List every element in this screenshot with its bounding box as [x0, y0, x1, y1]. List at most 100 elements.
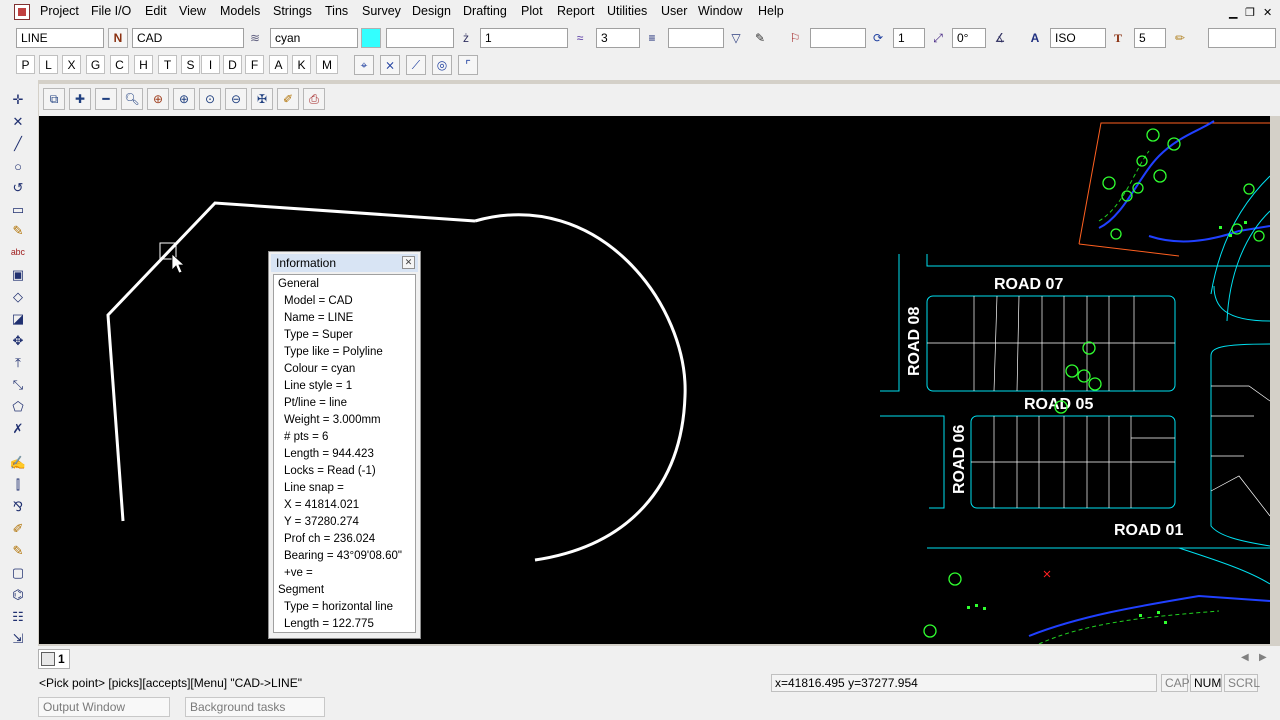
- redraw-icon[interactable]: ✐: [277, 88, 299, 110]
- blank-field-3[interactable]: [810, 28, 866, 48]
- arc-tool-icon[interactable]: ↺: [8, 179, 28, 197]
- add-icon[interactable]: ✚: [69, 88, 91, 110]
- line-style-field[interactable]: 1: [480, 28, 568, 48]
- z-height-icon[interactable]: ż: [456, 28, 476, 48]
- draw-tool-icon[interactable]: ✍: [8, 454, 28, 472]
- edit-pencil-icon[interactable]: ✐: [8, 520, 28, 538]
- text-style-field[interactable]: ISO: [1050, 28, 1106, 48]
- box-tool-icon[interactable]: ▣: [8, 266, 28, 284]
- menu-utilities[interactable]: Utilities: [607, 4, 647, 18]
- line-tool-icon[interactable]: ╱: [8, 135, 28, 153]
- snap-point-icon[interactable]: ⌖: [354, 55, 374, 75]
- text-tool-icon[interactable]: ᵃᵇᶜ: [8, 244, 28, 262]
- menu-view[interactable]: View: [179, 4, 206, 18]
- fill-tool-icon[interactable]: ◪: [8, 310, 28, 328]
- menu-file-io[interactable]: File I/O: [91, 4, 131, 18]
- pencil-icon[interactable]: ✏: [1170, 28, 1190, 48]
- blank-field-4[interactable]: [1208, 28, 1276, 48]
- text-size-icon[interactable]: T: [1108, 28, 1128, 48]
- snap-g-button[interactable]: G: [86, 55, 105, 74]
- view-tab-1[interactable]: 1: [38, 649, 70, 669]
- pen-tool-icon[interactable]: ✎: [8, 222, 28, 240]
- snap-intersect-icon[interactable]: ⨯: [380, 55, 400, 75]
- zoom-extent-icon[interactable]: ⊕: [147, 88, 169, 110]
- snap-circle-icon[interactable]: ◎: [432, 55, 452, 75]
- menu-plot[interactable]: Plot: [521, 4, 543, 18]
- app-icon[interactable]: [14, 4, 30, 20]
- edit-tool-icon[interactable]: ⤒: [8, 354, 28, 372]
- snap-a-button[interactable]: A: [269, 55, 288, 74]
- menu-report[interactable]: Report: [557, 4, 595, 18]
- zoom-window-icon[interactable]: ⊙: [199, 88, 221, 110]
- snap-k-button[interactable]: K: [292, 55, 311, 74]
- colour-field[interactable]: cyan: [270, 28, 358, 48]
- snap-l-button[interactable]: L: [39, 55, 58, 74]
- background-tasks-tab[interactable]: Background tasks: [185, 697, 325, 717]
- menu-edit[interactable]: Edit: [145, 4, 167, 18]
- text-style-icon[interactable]: A: [1025, 28, 1045, 48]
- blank-field-1[interactable]: [386, 28, 454, 48]
- zoom-out-icon[interactable]: ⊖: [225, 88, 247, 110]
- name-field[interactable]: LINE: [16, 28, 104, 48]
- weight-field[interactable]: 3: [596, 28, 640, 48]
- snap-p-button[interactable]: P: [16, 55, 35, 74]
- snap-t-button[interactable]: T: [158, 55, 177, 74]
- shape-tool-icon[interactable]: ◇: [8, 288, 28, 306]
- minimize-icon[interactable]: ▁: [1229, 6, 1237, 19]
- layers-icon[interactable]: ≋: [245, 28, 265, 48]
- stretch-tool-icon[interactable]: ⤡: [8, 376, 28, 394]
- network-tool-icon[interactable]: ⌬: [8, 586, 28, 604]
- tab-scroll-right-icon[interactable]: ▶: [1259, 652, 1267, 663]
- polygon-tool-icon[interactable]: ⬠: [8, 398, 28, 416]
- rectangle-tool-icon[interactable]: ▭: [8, 201, 28, 219]
- info-close-icon[interactable]: ✕: [402, 256, 415, 269]
- menu-user[interactable]: User: [661, 4, 687, 18]
- snap-corner-icon[interactable]: ⌜: [458, 55, 478, 75]
- circle-tool-icon[interactable]: ○: [8, 157, 28, 175]
- name-n-icon[interactable]: N: [108, 28, 128, 48]
- delete-tool-icon[interactable]: ✗: [8, 420, 28, 438]
- angle-field[interactable]: 0°: [952, 28, 986, 48]
- point-tool-icon[interactable]: ✛: [8, 91, 28, 109]
- output-window-tab[interactable]: Output Window: [38, 697, 170, 717]
- marker-tool-icon[interactable]: ✎: [8, 542, 28, 560]
- restore-icon[interactable]: ❐: [1245, 6, 1255, 19]
- colour-swatch[interactable]: [361, 28, 381, 48]
- info-titlebar[interactable]: Information ✕: [271, 254, 418, 272]
- tab-scroll-left-icon[interactable]: ◀: [1241, 652, 1249, 663]
- menu-window[interactable]: Window: [698, 4, 742, 18]
- snap-m-button[interactable]: M: [316, 55, 338, 74]
- line-style-icon[interactable]: ≈: [570, 28, 590, 48]
- menu-survey[interactable]: Survey: [362, 4, 401, 18]
- snap-line-icon[interactable]: ⟋: [406, 55, 426, 75]
- snap-i-button[interactable]: I: [201, 55, 220, 74]
- snap-f-button[interactable]: F: [245, 55, 264, 74]
- cross-tool-icon[interactable]: ✕: [8, 113, 28, 131]
- close-window-icon[interactable]: ✕: [1263, 6, 1272, 19]
- split-tool-icon[interactable]: ⅋: [8, 498, 28, 516]
- grid-tool-icon[interactable]: ☷: [8, 608, 28, 626]
- move-tool-icon[interactable]: ✥: [8, 332, 28, 350]
- snap-d-button[interactable]: D: [223, 55, 242, 74]
- menu-drafting[interactable]: Drafting: [463, 4, 507, 18]
- symbol-icon[interactable]: ⚐: [785, 28, 805, 48]
- rotate-icon[interactable]: ⟳: [868, 28, 888, 48]
- text-size-field[interactable]: 5: [1134, 28, 1166, 48]
- snap-c-button[interactable]: C: [110, 55, 129, 74]
- pen-icon[interactable]: ✎: [750, 28, 770, 48]
- zoom-in-icon[interactable]: ⊕: [173, 88, 195, 110]
- snap-s-button[interactable]: S: [181, 55, 200, 74]
- view-fit-icon[interactable]: ⧉: [43, 88, 65, 110]
- menu-design[interactable]: Design: [412, 4, 451, 18]
- drawing-canvas[interactable]: ROAD 07 ROAD 08 ROAD 05 ROAD 06 ROAD 01: [39, 116, 1270, 644]
- line-weight-icon[interactable]: ≡: [642, 28, 662, 48]
- text-angle-icon[interactable]: ∡: [990, 28, 1010, 48]
- menu-models[interactable]: Models: [220, 4, 260, 18]
- menu-help[interactable]: Help: [758, 4, 784, 18]
- dropdown-chevron-icon[interactable]: ▽: [726, 28, 746, 48]
- window-tool-icon[interactable]: ▢: [8, 564, 28, 582]
- menu-project[interactable]: Project: [40, 4, 79, 18]
- blank-field-2[interactable]: [668, 28, 724, 48]
- insert-tool-icon[interactable]: ⫿: [8, 476, 28, 494]
- menu-tins[interactable]: Tins: [325, 4, 348, 18]
